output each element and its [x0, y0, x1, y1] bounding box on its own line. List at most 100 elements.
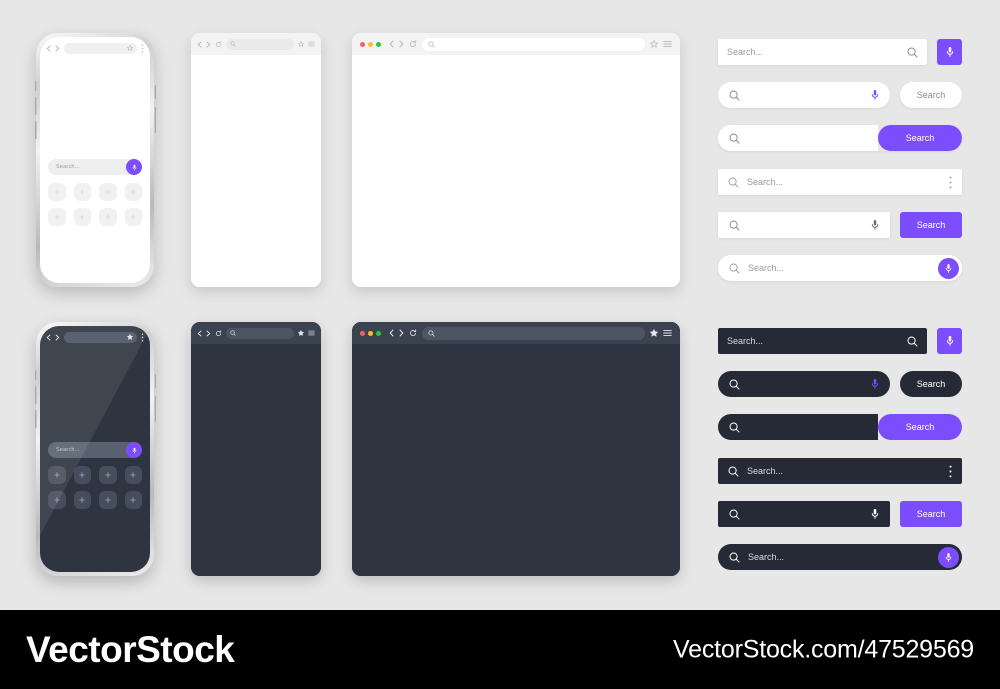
chevron-right-icon[interactable]: [55, 45, 60, 52]
hamburger-icon[interactable]: [308, 330, 315, 336]
shortcut-tile[interactable]: [99, 466, 117, 484]
microphone-icon[interactable]: [871, 89, 879, 101]
dots-vertical-icon[interactable]: [949, 465, 952, 478]
search-input[interactable]: Search...: [718, 328, 927, 354]
microphone-icon[interactable]: [871, 508, 879, 520]
minimize-icon[interactable]: [368, 41, 373, 47]
search-button[interactable]: Search: [900, 501, 962, 527]
dots-vertical-icon[interactable]: [949, 176, 952, 189]
shortcut-tile[interactable]: [99, 491, 117, 509]
browser-mockup-dark: [352, 322, 680, 576]
search-icon[interactable]: [907, 47, 918, 58]
hamburger-icon[interactable]: [663, 40, 672, 48]
shortcut-tile[interactable]: [73, 183, 91, 201]
search-input[interactable]: Search...: [718, 39, 927, 65]
star-icon[interactable]: [127, 45, 133, 51]
phone-side-button: [34, 81, 37, 91]
chevron-left-icon[interactable]: [389, 40, 394, 48]
chevron-right-icon[interactable]: [55, 334, 60, 341]
search-input-placeholder: Search...: [727, 47, 764, 57]
microphone-icon[interactable]: [126, 159, 142, 175]
maximize-icon[interactable]: [376, 41, 381, 47]
star-icon[interactable]: [127, 334, 133, 340]
search-bar-light-1: Search...: [718, 39, 962, 65]
microphone-icon[interactable]: [126, 442, 142, 458]
search-input[interactable]: [718, 501, 890, 527]
maximize-icon[interactable]: [376, 330, 381, 336]
browser-url-field[interactable]: [422, 37, 645, 51]
shortcut-tile[interactable]: [48, 491, 66, 509]
chevron-right-icon[interactable]: [206, 330, 211, 337]
microphone-icon[interactable]: [937, 39, 962, 65]
shortcut-tile[interactable]: [99, 208, 117, 226]
chevron-left-icon[interactable]: [197, 330, 202, 337]
shortcut-tile[interactable]: [73, 208, 91, 226]
reload-icon[interactable]: [409, 329, 417, 337]
search-button[interactable]: Search: [878, 414, 962, 440]
search-icon: [729, 90, 740, 101]
shortcut-tile[interactable]: [124, 466, 142, 484]
hamburger-icon[interactable]: [308, 41, 315, 47]
search-input[interactable]: [718, 414, 878, 440]
star-icon[interactable]: [650, 329, 658, 337]
hamburger-icon[interactable]: [663, 329, 672, 337]
search-input[interactable]: Search...: [718, 255, 962, 281]
reload-icon[interactable]: [215, 329, 222, 337]
shortcut-tile[interactable]: [48, 183, 66, 201]
search-bar-dark-2: Search: [718, 371, 962, 397]
shortcut-tile[interactable]: [73, 466, 91, 484]
chevron-right-icon[interactable]: [399, 40, 404, 48]
chevron-right-icon[interactable]: [206, 41, 211, 48]
reload-icon[interactable]: [215, 40, 222, 48]
phone-url-field[interactable]: [64, 331, 137, 343]
chevron-left-icon[interactable]: [197, 41, 202, 48]
search-bar-light-4: Search...: [718, 169, 962, 195]
star-icon[interactable]: [298, 41, 304, 47]
phone-side-button: [34, 370, 37, 380]
microphone-icon[interactable]: [938, 546, 959, 568]
dots-vertical-icon[interactable]: [141, 44, 144, 53]
shortcut-tile[interactable]: [48, 208, 66, 226]
microphone-icon[interactable]: [871, 378, 879, 390]
search-button[interactable]: Search: [900, 212, 962, 238]
search-button[interactable]: Search: [900, 371, 962, 397]
search-icon[interactable]: [907, 336, 918, 347]
minimize-icon[interactable]: [368, 330, 373, 336]
search-icon: [428, 40, 435, 48]
microphone-icon[interactable]: [871, 219, 879, 231]
search-input[interactable]: [718, 212, 890, 238]
search-button[interactable]: Search: [900, 82, 962, 108]
shortcut-tile[interactable]: [124, 491, 142, 509]
phone-mute-button: [153, 374, 156, 388]
browser-mockup-light: [352, 33, 680, 287]
browser-toolbar: [352, 33, 680, 55]
shortcut-tile[interactable]: [124, 183, 142, 201]
shortcut-tile[interactable]: [99, 183, 117, 201]
search-input[interactable]: Search...: [718, 169, 962, 195]
close-icon[interactable]: [360, 330, 365, 336]
star-icon[interactable]: [650, 40, 658, 48]
search-input[interactable]: Search...: [718, 458, 962, 484]
chevron-left-icon[interactable]: [389, 329, 394, 337]
search-input[interactable]: [718, 371, 890, 397]
microphone-icon[interactable]: [938, 257, 959, 279]
close-icon[interactable]: [360, 41, 365, 47]
search-input[interactable]: Search...: [718, 544, 962, 570]
phone-url-field[interactable]: [64, 42, 137, 54]
chevron-left-icon[interactable]: [46, 45, 51, 52]
shortcut-tile[interactable]: [48, 466, 66, 484]
shortcut-tile[interactable]: [73, 491, 91, 509]
chevron-left-icon[interactable]: [46, 334, 51, 341]
search-input[interactable]: [718, 82, 890, 108]
shortcut-tile[interactable]: [124, 208, 142, 226]
tablet-url-field[interactable]: [226, 327, 294, 339]
dots-vertical-icon[interactable]: [141, 333, 144, 342]
search-input[interactable]: [718, 125, 878, 151]
chevron-right-icon[interactable]: [399, 329, 404, 337]
tablet-url-field[interactable]: [226, 38, 294, 50]
star-icon[interactable]: [298, 330, 304, 336]
microphone-icon[interactable]: [937, 328, 962, 354]
browser-url-field[interactable]: [422, 326, 645, 340]
search-button[interactable]: Search: [878, 125, 962, 151]
reload-icon[interactable]: [409, 40, 417, 48]
